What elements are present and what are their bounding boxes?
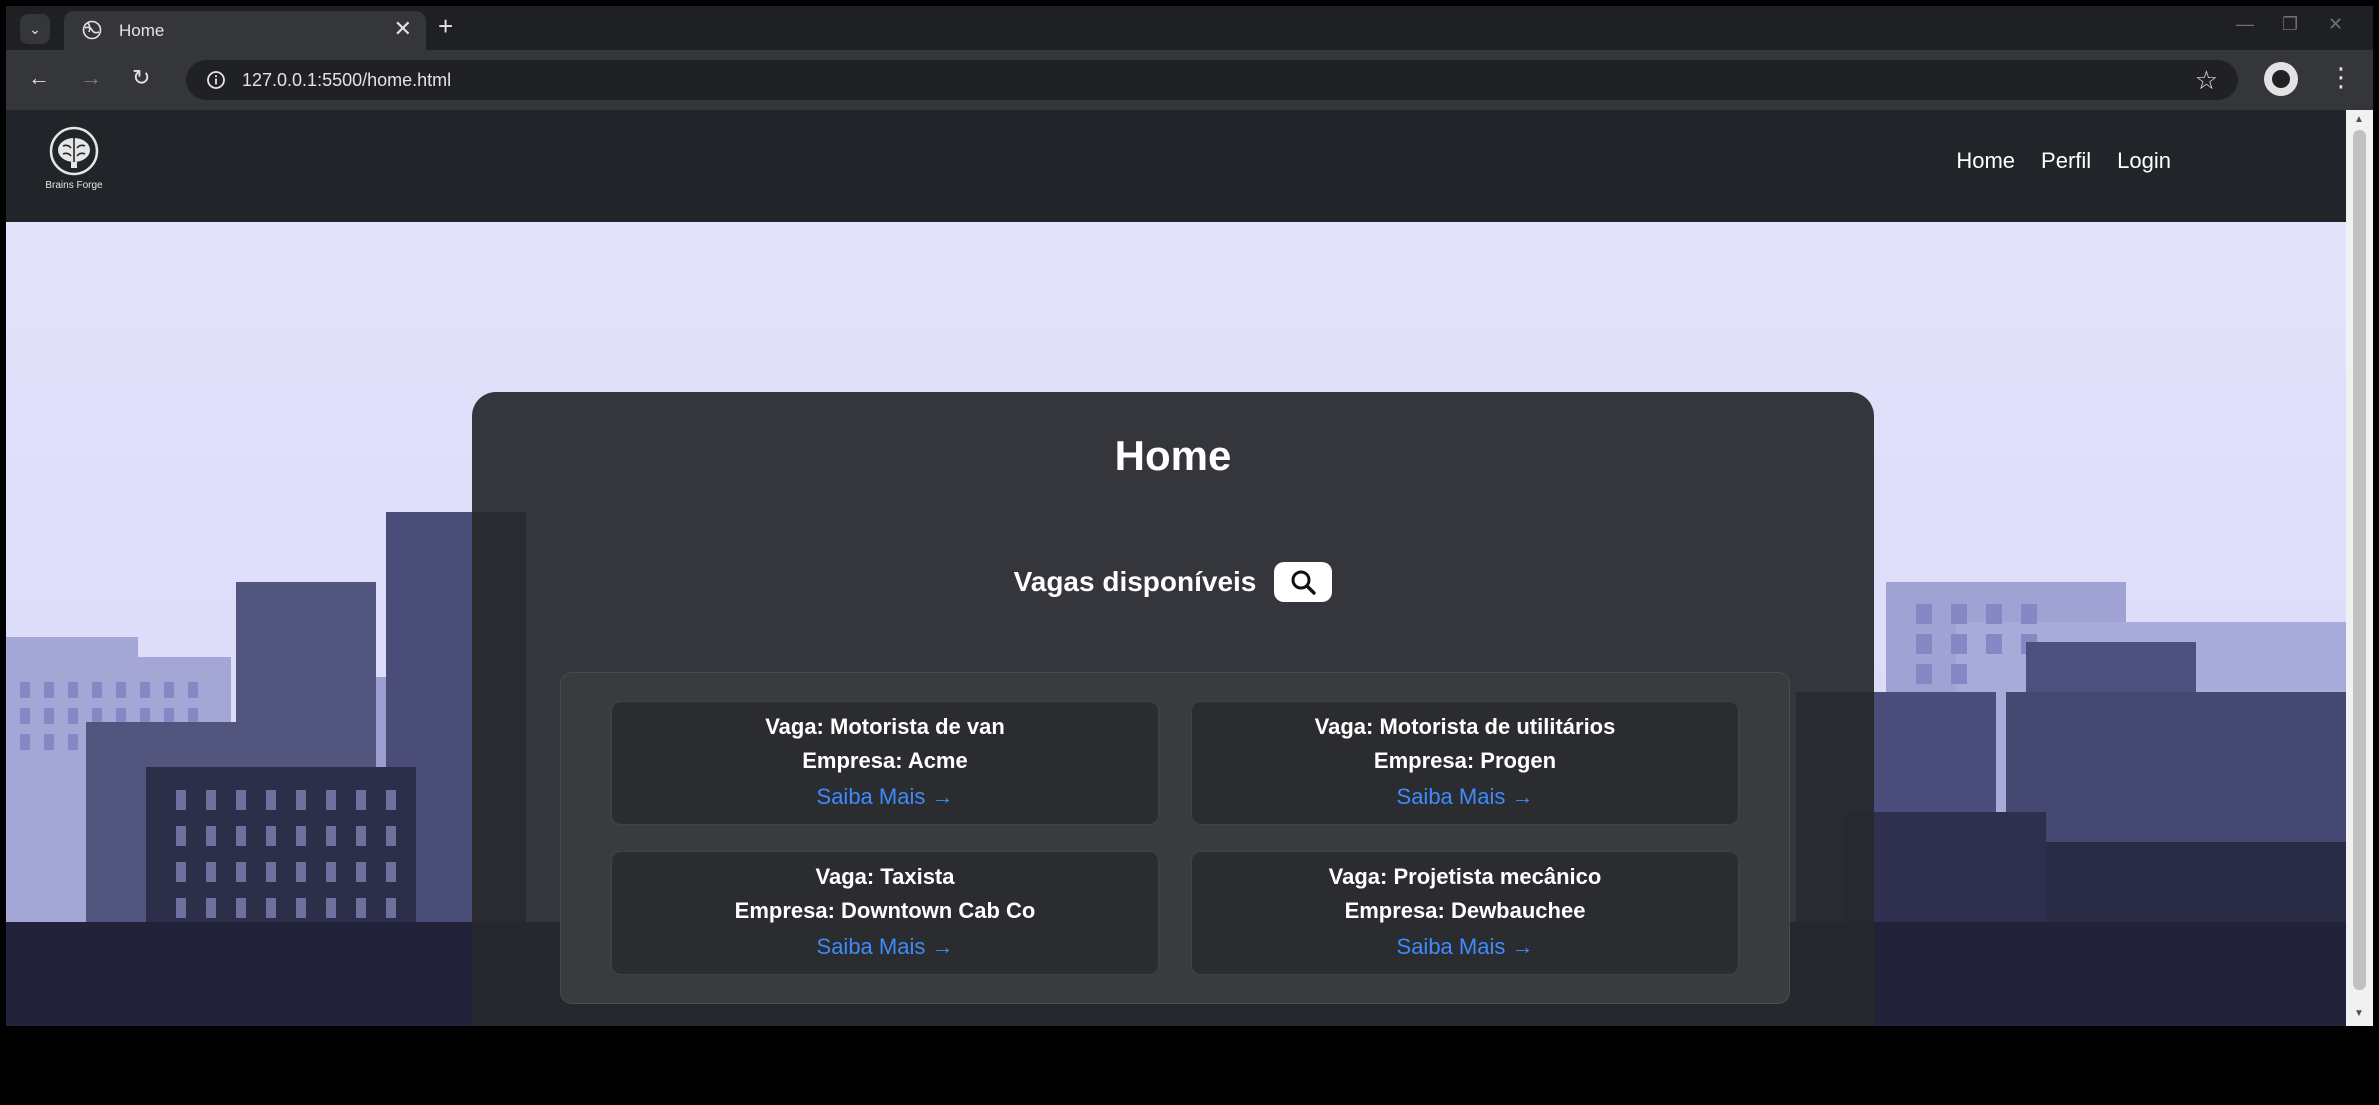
jobs-list: Vaga: Motorista de van Empresa: Acme Sai… [560,672,1790,1004]
hero-section: Home Vagas disponíveis Vaga: Motorista d… [6,222,2346,1026]
job-company: Empresa: Downtown Cab Co [734,898,1036,923]
main-card: Home Vagas disponíveis Vaga: Motorista d… [472,392,1874,1026]
search-icon [1291,570,1317,595]
saiba-mais-link[interactable]: Saiba Mais → [1192,934,1738,960]
job-company: Empresa: Dewbauchee [1344,898,1586,923]
job-card: Vaga: Motorista de utilitários Empresa: … [1191,701,1739,825]
saiba-mais-label: Saiba Mais [1396,784,1506,809]
job-card: Vaga: Motorista de van Empresa: Acme Sai… [611,701,1159,825]
search-button[interactable] [1274,562,1333,602]
screen: ⌄ Home ✕ + — ❐ ✕ ← → ↻ 127.0.0.1:5500/ho… [0,0,2379,1105]
job-title: Vaga: Taxista [815,864,955,889]
restore-icon[interactable]: ❐ [2282,14,2298,35]
forward-icon[interactable]: → [80,64,102,92]
reload-icon[interactable]: ↻ [132,64,150,92]
browser-toolbar: ← → ↻ 127.0.0.1:5500/home.html ☆ ⋮ [6,50,2373,110]
browser-menu-icon[interactable]: ⋮ [2328,62,2354,93]
browser-window: ⌄ Home ✕ + — ❐ ✕ ← → ↻ 127.0.0.1:5500/ho… [6,6,2373,1026]
saiba-mais-link[interactable]: Saiba Mais → [612,784,1158,810]
nav-link-home[interactable]: Home [1956,148,2015,174]
page-viewport: Brains Forge Home Perfil Login Home Vaga… [6,110,2346,1026]
scroll-up-icon[interactable]: ▲ [2354,114,2364,125]
page-title: Home [1114,432,1232,479]
job-company: Empresa: Progen [1373,748,1557,773]
saiba-mais-label: Saiba Mais [816,934,926,959]
arrow-right-icon: → [1511,934,1534,959]
tab-title: Home [119,21,165,40]
nav-links: Home Perfil Login [1956,148,2171,174]
tab-bar: ⌄ Home ✕ + — ❐ ✕ [6,6,2373,50]
profile-avatar[interactable] [2264,62,2298,96]
tab-home[interactable]: Home ✕ [64,11,426,50]
arrow-right-icon: → [1511,784,1534,809]
back-icon[interactable]: ← [28,64,50,92]
brand-logo[interactable]: Brains Forge [36,126,112,191]
job-company: Empresa: Acme [802,748,968,773]
site-navbar: Brains Forge Home Perfil Login [6,110,2346,222]
scrollbar-thumb[interactable] [2353,130,2366,990]
bookmark-star-icon[interactable]: ☆ [2195,65,2218,96]
site-info-icon[interactable] [206,70,226,90]
nav-link-perfil[interactable]: Perfil [2041,148,2091,174]
scroll-down-icon[interactable]: ▼ [2354,1008,2364,1019]
screen-bottom-area [0,1026,2379,1105]
minimize-icon[interactable]: — [2236,14,2254,35]
vagas-header: Vagas disponíveis [472,562,1874,602]
job-title: Vaga: Motorista de van [765,714,1005,739]
saiba-mais-link[interactable]: Saiba Mais → [1192,784,1738,810]
job-title: Vaga: Motorista de utilitários [1314,714,1616,739]
job-card: Vaga: Projetista mecânico Empresa: Dewba… [1191,851,1739,975]
globe-icon [82,20,102,40]
brand-name: Brains Forge [45,180,103,191]
saiba-mais-label: Saiba Mais [816,784,926,809]
tab-close-icon[interactable]: ✕ [394,16,412,42]
page-scrollbar[interactable]: ▲ ▼ [2346,110,2373,1026]
job-title: Vaga: Projetista mecânico [1328,864,1602,889]
saiba-mais-label: Saiba Mais [1396,934,1506,959]
brain-icon [49,126,99,176]
job-card: Vaga: Taxista Empresa: Downtown Cab Co S… [611,851,1159,975]
arrow-right-icon: → [931,934,954,959]
close-window-icon[interactable]: ✕ [2328,14,2343,35]
url-text: 127.0.0.1:5500/home.html [242,70,452,90]
tab-search-icon[interactable]: ⌄ [20,14,50,44]
new-tab-button[interactable]: + [438,11,453,42]
vagas-title: Vagas disponíveis [1013,566,1257,597]
address-bar[interactable]: 127.0.0.1:5500/home.html ☆ [186,60,2238,100]
nav-link-login[interactable]: Login [2117,148,2171,174]
saiba-mais-link[interactable]: Saiba Mais → [612,934,1158,960]
arrow-right-icon: → [931,784,954,809]
